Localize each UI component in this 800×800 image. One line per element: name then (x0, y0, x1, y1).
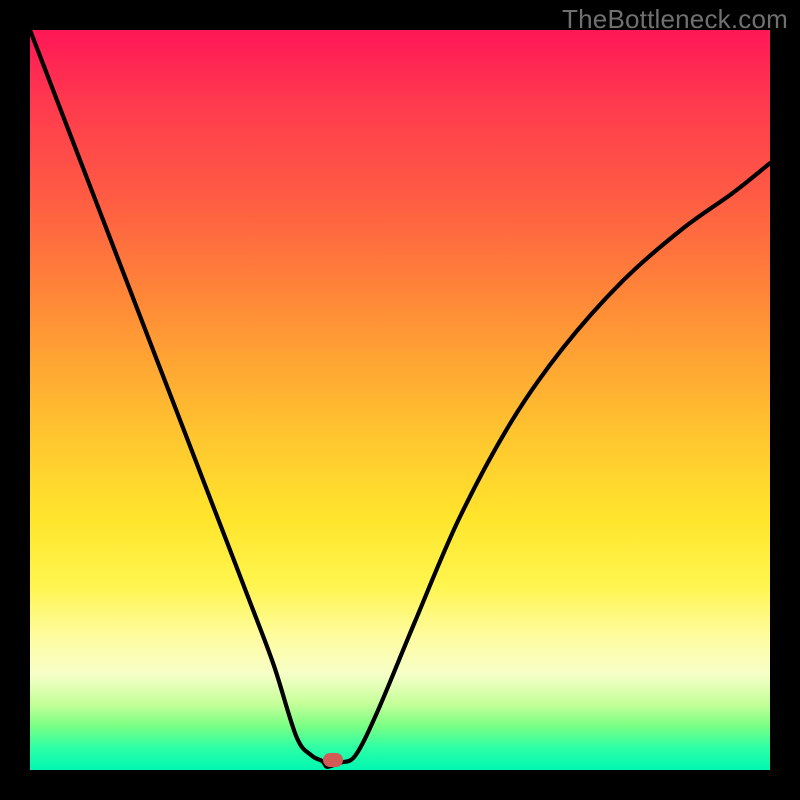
watermark-text: TheBottleneck.com (562, 4, 788, 35)
plot-area (30, 30, 770, 770)
chart-container: TheBottleneck.com (0, 0, 800, 800)
bottleneck-curve (30, 30, 770, 770)
minimum-marker-icon (323, 753, 343, 767)
